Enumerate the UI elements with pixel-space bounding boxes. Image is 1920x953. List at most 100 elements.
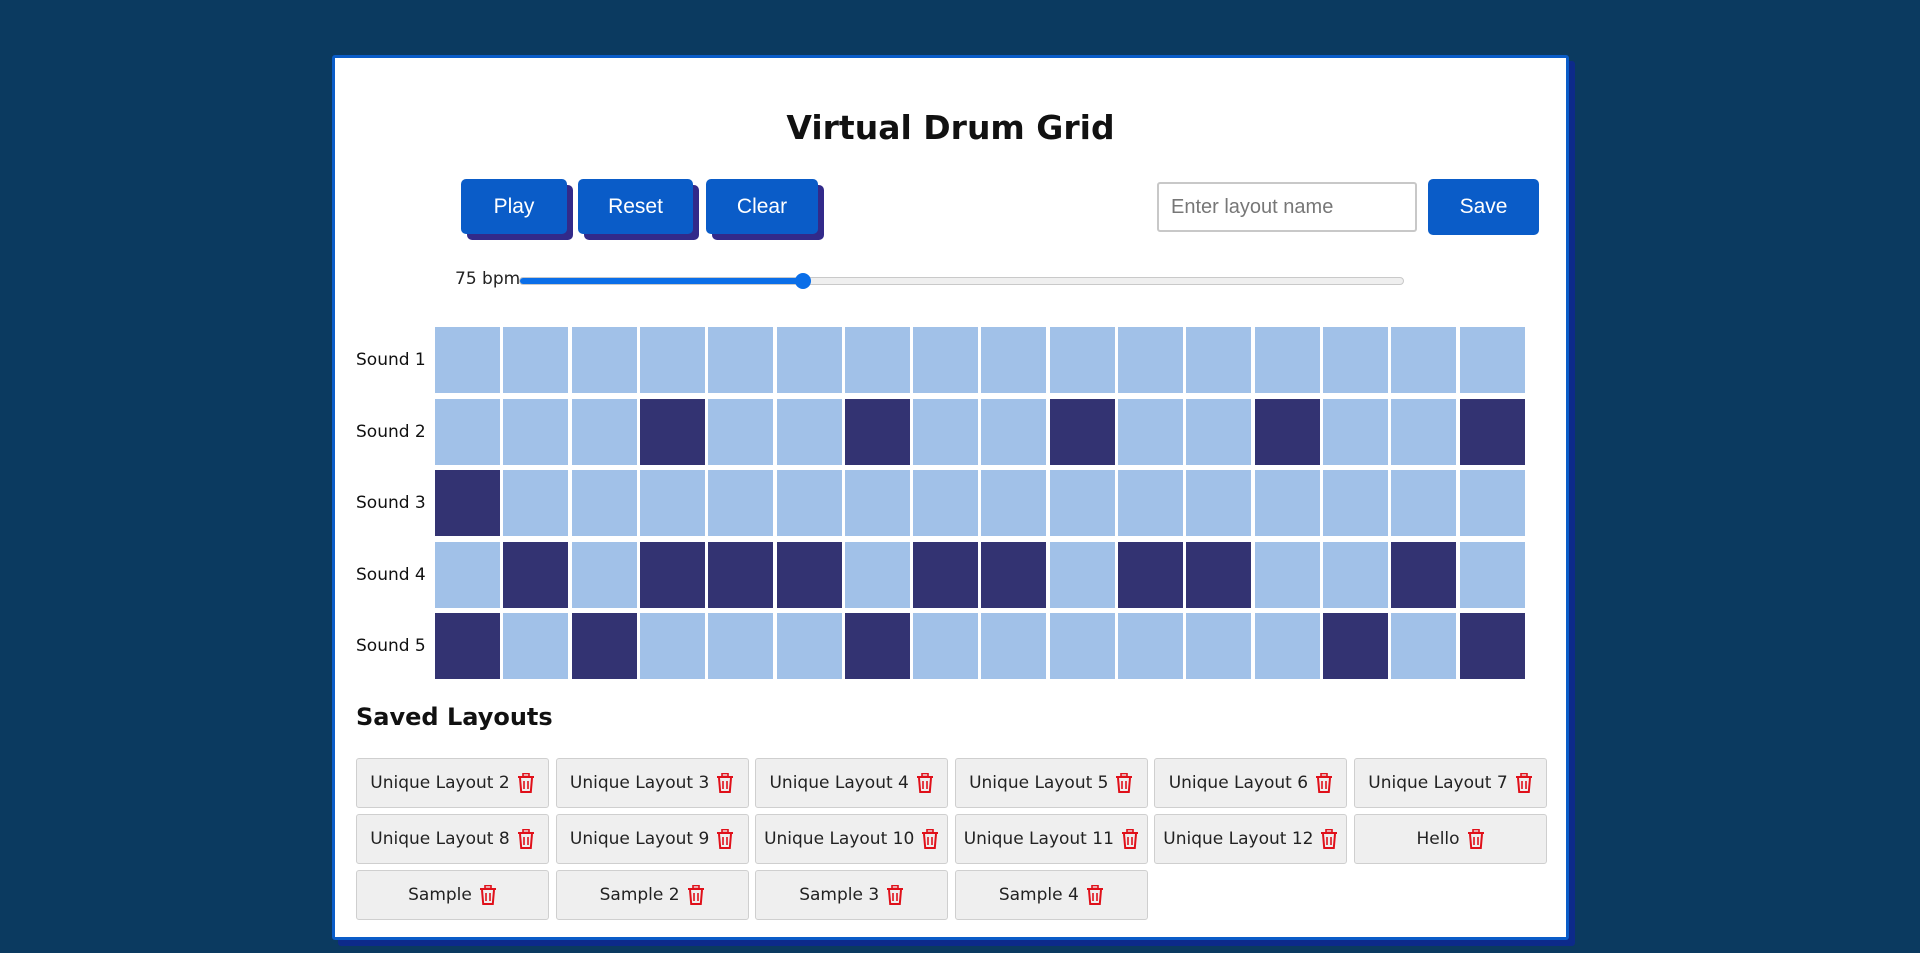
grid-cell[interactable] — [708, 327, 774, 393]
grid-cell[interactable] — [1322, 327, 1388, 393]
saved-layout-button[interactable]: Sample — [356, 870, 549, 920]
trash-icon[interactable] — [517, 829, 535, 849]
save-button[interactable]: Save — [1428, 179, 1539, 235]
trash-icon[interactable] — [687, 885, 705, 905]
grid-cell[interactable] — [1322, 470, 1388, 536]
trash-icon[interactable] — [1086, 885, 1104, 905]
trash-icon[interactable] — [716, 773, 734, 793]
grid-cell[interactable] — [1391, 541, 1457, 608]
grid-cell[interactable] — [708, 470, 774, 536]
grid-cell[interactable] — [639, 613, 705, 679]
grid-cell[interactable] — [639, 327, 705, 393]
trash-icon[interactable] — [1115, 773, 1133, 793]
trash-icon[interactable] — [716, 829, 734, 849]
grid-cell[interactable] — [435, 541, 500, 608]
grid-cell[interactable] — [708, 613, 774, 679]
grid-cell[interactable] — [776, 327, 842, 393]
grid-cell[interactable] — [708, 398, 774, 465]
grid-cell[interactable] — [913, 470, 979, 536]
saved-layout-button[interactable]: Unique Layout 3 — [555, 758, 749, 808]
clear-button[interactable]: Clear — [706, 179, 818, 234]
grid-cell[interactable] — [1118, 470, 1183, 536]
grid-cell[interactable] — [503, 327, 569, 393]
grid-cell[interactable] — [571, 327, 637, 393]
trash-icon[interactable] — [479, 885, 497, 905]
grid-cell[interactable] — [1391, 613, 1457, 679]
grid-cell[interactable] — [981, 613, 1047, 679]
saved-layout-button[interactable]: Sample 2 — [555, 870, 749, 920]
grid-cell[interactable] — [1049, 613, 1115, 679]
grid-cell[interactable] — [1186, 327, 1252, 393]
grid-cell[interactable] — [1459, 470, 1525, 536]
grid-cell[interactable] — [1254, 470, 1320, 536]
grid-cell[interactable] — [1322, 613, 1388, 679]
grid-cell[interactable] — [435, 613, 500, 679]
grid-cell[interactable] — [1118, 327, 1183, 393]
grid-cell[interactable] — [981, 327, 1047, 393]
grid-cell[interactable] — [503, 541, 569, 608]
saved-layout-button[interactable]: Sample 4 — [954, 870, 1148, 920]
saved-layout-button[interactable]: Unique Layout 9 — [555, 814, 749, 864]
saved-layout-button[interactable]: Unique Layout 12 — [1154, 814, 1348, 864]
grid-cell[interactable] — [844, 470, 910, 536]
grid-cell[interactable] — [1118, 613, 1183, 679]
grid-cell[interactable] — [1459, 541, 1525, 608]
grid-cell[interactable] — [503, 470, 569, 536]
grid-cell[interactable] — [844, 613, 910, 679]
grid-cell[interactable] — [571, 613, 637, 679]
grid-cell[interactable] — [1459, 398, 1525, 465]
saved-layout-button[interactable]: Unique Layout 10 — [755, 814, 949, 864]
grid-cell[interactable] — [639, 541, 705, 608]
saved-layout-button[interactable]: Unique Layout 4 — [755, 758, 949, 808]
grid-cell[interactable] — [1391, 398, 1457, 465]
grid-cell[interactable] — [981, 470, 1047, 536]
trash-icon[interactable] — [517, 773, 535, 793]
trash-icon[interactable] — [886, 885, 904, 905]
saved-layout-button[interactable]: Unique Layout 5 — [954, 758, 1148, 808]
grid-cell[interactable] — [1459, 613, 1525, 679]
grid-cell[interactable] — [776, 541, 842, 608]
grid-cell[interactable] — [1322, 541, 1388, 608]
grid-cell[interactable] — [1186, 398, 1252, 465]
trash-icon[interactable] — [1515, 773, 1533, 793]
grid-cell[interactable] — [1049, 470, 1115, 536]
grid-cell[interactable] — [1049, 327, 1115, 393]
grid-cell[interactable] — [913, 541, 979, 608]
saved-layout-button[interactable]: Unique Layout 2 — [356, 758, 549, 808]
layout-name-input[interactable] — [1157, 182, 1417, 232]
grid-cell[interactable] — [1186, 613, 1252, 679]
grid-cell[interactable] — [1391, 470, 1457, 536]
trash-icon[interactable] — [1467, 829, 1485, 849]
grid-cell[interactable] — [776, 613, 842, 679]
grid-cell[interactable] — [1049, 541, 1115, 608]
grid-cell[interactable] — [1391, 327, 1457, 393]
grid-cell[interactable] — [708, 541, 774, 608]
grid-cell[interactable] — [1186, 470, 1252, 536]
grid-cell[interactable] — [913, 327, 979, 393]
grid-cell[interactable] — [1459, 327, 1525, 393]
saved-layout-button[interactable]: Unique Layout 8 — [356, 814, 549, 864]
grid-cell[interactable] — [981, 541, 1047, 608]
trash-icon[interactable] — [1320, 829, 1338, 849]
tempo-slider[interactable] — [519, 273, 1404, 289]
grid-cell[interactable] — [503, 398, 569, 465]
grid-cell[interactable] — [571, 470, 637, 536]
grid-cell[interactable] — [639, 470, 705, 536]
grid-cell[interactable] — [1118, 541, 1183, 608]
grid-cell[interactable] — [639, 398, 705, 465]
grid-cell[interactable] — [844, 398, 910, 465]
reset-button[interactable]: Reset — [578, 179, 693, 234]
grid-cell[interactable] — [571, 398, 637, 465]
grid-cell[interactable] — [981, 398, 1047, 465]
saved-layout-button[interactable]: Unique Layout 6 — [1154, 758, 1348, 808]
saved-layout-button[interactable]: Sample 3 — [755, 870, 949, 920]
grid-cell[interactable] — [776, 470, 842, 536]
grid-cell[interactable] — [776, 398, 842, 465]
grid-cell[interactable] — [1254, 398, 1320, 465]
grid-cell[interactable] — [1186, 541, 1252, 608]
grid-cell[interactable] — [844, 541, 910, 608]
play-button[interactable]: Play — [461, 179, 567, 234]
grid-cell[interactable] — [913, 613, 979, 679]
grid-cell[interactable] — [435, 398, 500, 465]
tempo-slider-handle[interactable] — [794, 273, 811, 289]
